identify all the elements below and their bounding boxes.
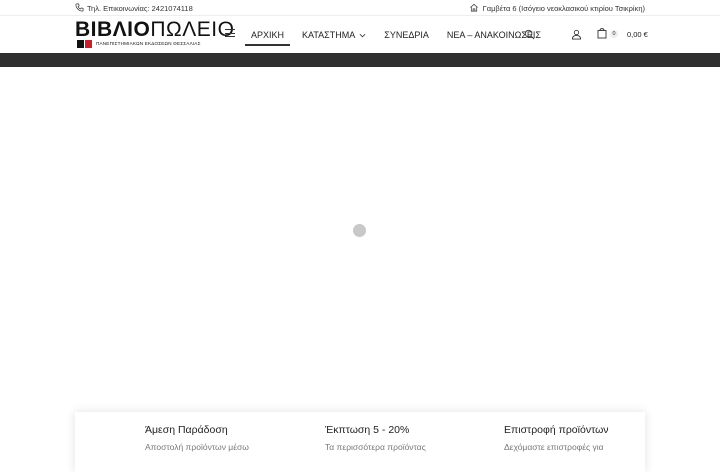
cart-widget[interactable]: 0 0,00 € [597,27,648,41]
dark-banner-strip [0,53,720,67]
phone-info[interactable]: Τηλ. Επικοινωνίας: 2421074118 [75,3,193,14]
nav-item-store[interactable]: ΚΑΤΑΣΤΗΜΑ [296,26,372,44]
address-info[interactable]: Γαμβέτα 6 (Ισόγειο νεοκλασικού κτιρίου Τ… [469,3,645,14]
logo-mark-icon [77,40,93,48]
feature-returns: Επιστροφή προϊόντων Δεχόμαστε επιστροφές… [504,424,609,452]
main-nav: ΑΡΧΙΚΗ ΚΑΤΑΣΤΗΜΑ ΣΥΝΕΔΡΙΑ ΝΕΑ – ΑΝΑΚΟΙΝΩ… [245,26,553,46]
feature-delivery: Άμεση Παράδοση Αποστολή προϊόντων μέσω [145,424,249,452]
main-header: ΒΙΒΛΙΟΠΩΛΕΙΟ ΠΑΝΕΠΙΣΤΗΜΙΑΚΩΝ ΕΚΔΟΣΕΩΝ ΘΕ… [0,15,720,53]
top-info-bar: Τηλ. Επικοινωνίας: 2421074118 Γαμβέτα 6 … [0,0,720,15]
loading-spinner-icon [353,224,366,237]
address-text: Γαμβέτα 6 (Ισόγειο νεοκλασικού κτιρίου Τ… [482,4,645,13]
phone-text: Τηλ. Επικοινωνίας: 2421074118 [87,4,193,13]
home-icon [469,3,479,14]
hamburger-menu-icon[interactable] [225,29,235,37]
feature-desc: Δεχόμαστε επιστροφές για [504,442,604,452]
features-box: Άμεση Παράδοση Αποστολή προϊόντων μέσω Έ… [75,412,645,472]
logo-subtitle: ΠΑΝΕΠΙΣΤΗΜΙΑΚΩΝ ΕΚΔΟΣΕΩΝ ΘΕΣΣΑΛΙΑΣ [96,41,201,46]
cart-count-badge: 0 [610,30,618,38]
nav-item-conferences[interactable]: ΣΥΝΕΔΡΙΑ [378,26,435,44]
chevron-down-icon [359,30,366,40]
shopping-bag-icon [597,27,607,41]
site-logo[interactable]: ΒΙΒΛΙΟΠΩΛΕΙΟ ΠΑΝΕΠΙΣΤΗΜΙΑΚΩΝ ΕΚΔΟΣΕΩΝ ΘΕ… [75,19,234,48]
cart-total: 0,00 € [627,29,648,39]
feature-title: Άμεση Παράδοση [145,424,228,436]
feature-desc: Τα περισσότερα προϊόντας [325,442,426,452]
user-account-icon[interactable] [571,27,582,45]
nav-item-home[interactable]: ΑΡΧΙΚΗ [245,26,291,46]
phone-icon [75,3,84,14]
feature-desc: Αποστολή προϊόντων μέσω [145,442,249,452]
feature-title: Επιστροφή προϊόντων [504,424,609,436]
logo-wordmark: ΒΙΒΛΙΟΠΩΛΕΙΟ [75,18,235,41]
search-icon[interactable] [524,27,535,45]
feature-title: Έκπτωση 5 - 20% [325,424,410,436]
feature-discount: Έκπτωση 5 - 20% Τα περισσότερα προϊόντας [325,424,426,452]
